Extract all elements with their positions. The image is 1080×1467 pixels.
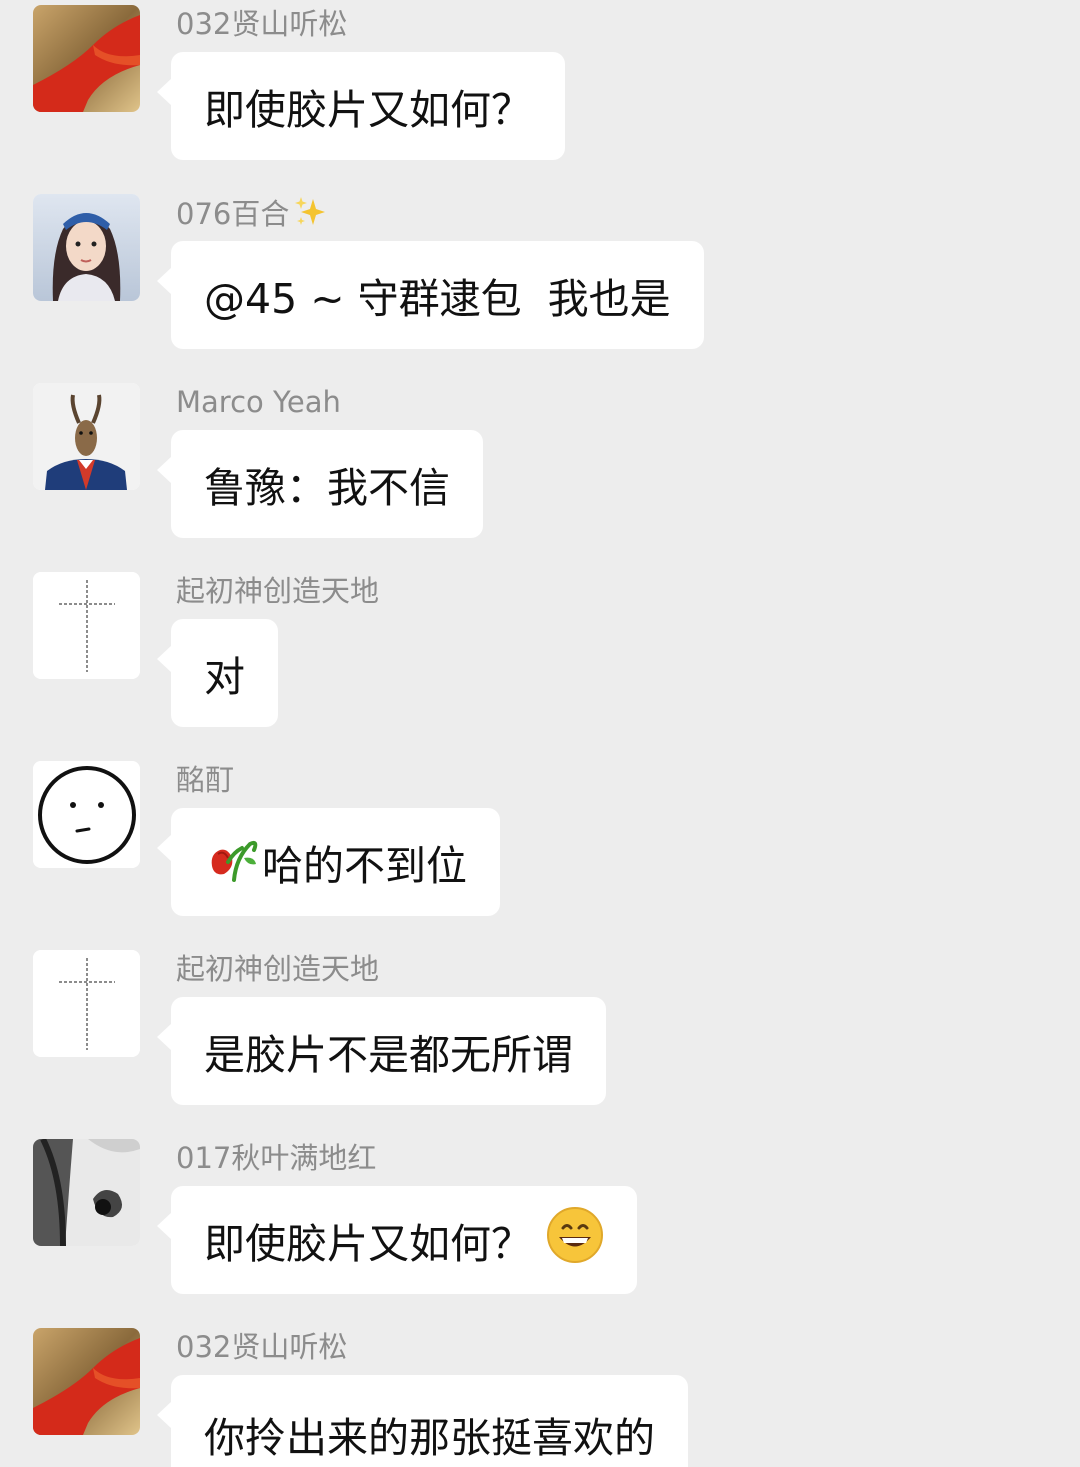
cross-avatar[interactable] xyxy=(33,572,140,679)
message-bubble[interactable]: 你拎出来的那张挺喜欢的 xyxy=(157,1375,688,1467)
sender-name: 起初神创造天地 xyxy=(176,952,380,986)
message-text: 哈的不到位 xyxy=(262,842,467,890)
sender-name: 起初神创造天地 xyxy=(176,574,380,608)
sender-name: 酩酊 xyxy=(176,763,235,797)
message-bubble[interactable]: 哈的不到位 xyxy=(157,808,500,916)
ink-painting-avatar[interactable] xyxy=(33,1139,140,1246)
sender-name: 032贤山听松 xyxy=(176,7,348,41)
message-bubble[interactable]: 鲁豫：我不信 xyxy=(157,430,483,538)
message-text: 你拎出来的那张挺喜欢的 xyxy=(204,1414,655,1462)
cross-avatar[interactable] xyxy=(33,950,140,1057)
message-text: 即使胶片又如何？ xyxy=(204,1220,532,1268)
message-bubble[interactable]: @45 ~ 守群逮包 我也是 xyxy=(157,241,704,349)
sender-name: 032贤山听松 xyxy=(176,1330,348,1364)
woman-portrait-avatar[interactable] xyxy=(33,194,140,301)
grinning-face-emoji xyxy=(546,1206,604,1274)
wilted-rose-icon xyxy=(204,828,262,896)
sender-name: 017秋叶满地红 xyxy=(176,1141,377,1175)
message-text: 鲁豫：我不信 xyxy=(204,464,450,512)
doodle-face-avatar[interactable] xyxy=(33,761,140,868)
message-bubble[interactable]: 是胶片不是都无所谓 xyxy=(157,997,606,1105)
message-text: 对 xyxy=(204,653,245,701)
red-gold-abstract-avatar[interactable] xyxy=(33,5,140,112)
message-bubble[interactable]: 即使胶片又如何？ xyxy=(157,1186,637,1294)
sparkles-icon xyxy=(293,195,327,237)
chat-message-list[interactable]: 032贤山听松 即使胶片又如何？ 076百合 @45 ~ 守群逮包 我也是 Ma… xyxy=(0,0,1080,1467)
message-text: 即使胶片又如何？ xyxy=(204,86,532,134)
message-text: @45 ~ 守群逮包 我也是 xyxy=(204,275,671,323)
goat-in-suit-avatar[interactable] xyxy=(33,383,140,490)
message-text: 是胶片不是都无所谓 xyxy=(204,1031,573,1079)
message-bubble[interactable]: 对 xyxy=(157,619,278,727)
sender-name: 076百合 xyxy=(176,195,327,237)
sender-name: Marco Yeah xyxy=(176,385,341,419)
message-bubble[interactable]: 即使胶片又如何？ xyxy=(157,52,565,160)
red-gold-abstract-avatar[interactable] xyxy=(33,1328,140,1435)
